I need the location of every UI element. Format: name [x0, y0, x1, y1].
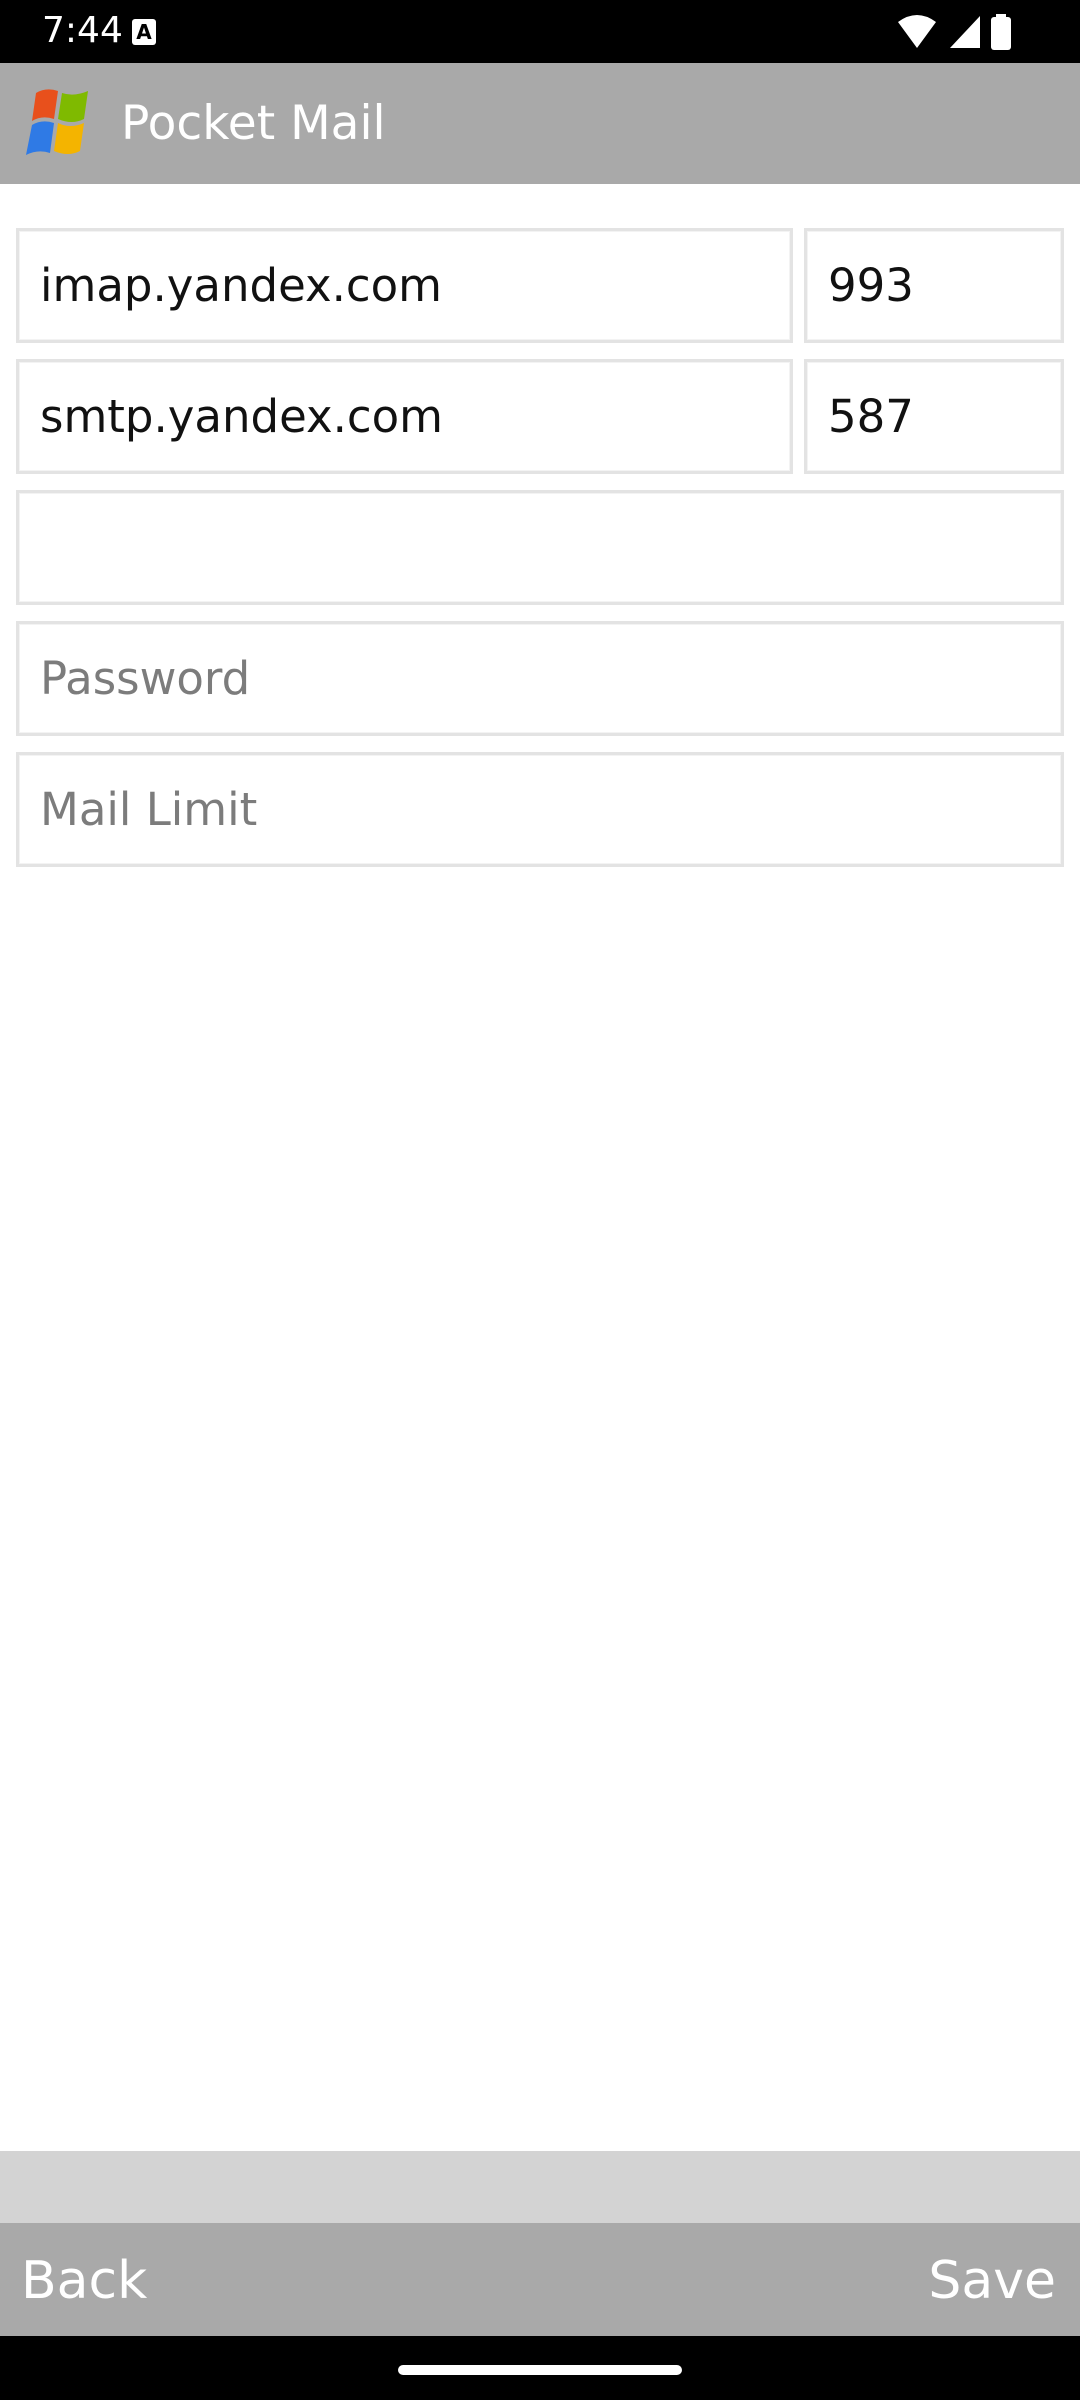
app-title: Pocket Mail: [121, 96, 386, 151]
smtp-port-input[interactable]: 587: [804, 359, 1064, 474]
status-time: 7:44: [42, 10, 123, 51]
status-bar: 7:44 A: [0, 0, 1080, 63]
home-handle[interactable]: [398, 2365, 682, 2375]
a-icon: A: [132, 19, 156, 45]
back-button[interactable]: Back: [21, 2251, 147, 2311]
windows-logo-icon: [22, 87, 98, 159]
bottom-bar: Back Save: [0, 2223, 1080, 2336]
status-icons: [898, 14, 1044, 50]
signal-icon: [950, 16, 980, 48]
bottom-divider: [0, 2151, 1080, 2223]
email-input[interactable]: [16, 490, 1064, 605]
navigation-bar: [0, 2336, 1080, 2400]
app-bar: Pocket Mail: [0, 63, 1080, 184]
imap-port-input[interactable]: 993: [804, 228, 1064, 343]
battery-icon: [991, 14, 1011, 50]
wifi-icon: [898, 15, 936, 48]
save-button[interactable]: Save: [928, 2251, 1056, 2311]
password-input[interactable]: Password: [16, 621, 1064, 736]
mail-limit-input[interactable]: Mail Limit: [16, 752, 1064, 867]
smtp-server-input[interactable]: smtp.yandex.com: [16, 359, 793, 474]
imap-server-input[interactable]: imap.yandex.com: [16, 228, 793, 343]
